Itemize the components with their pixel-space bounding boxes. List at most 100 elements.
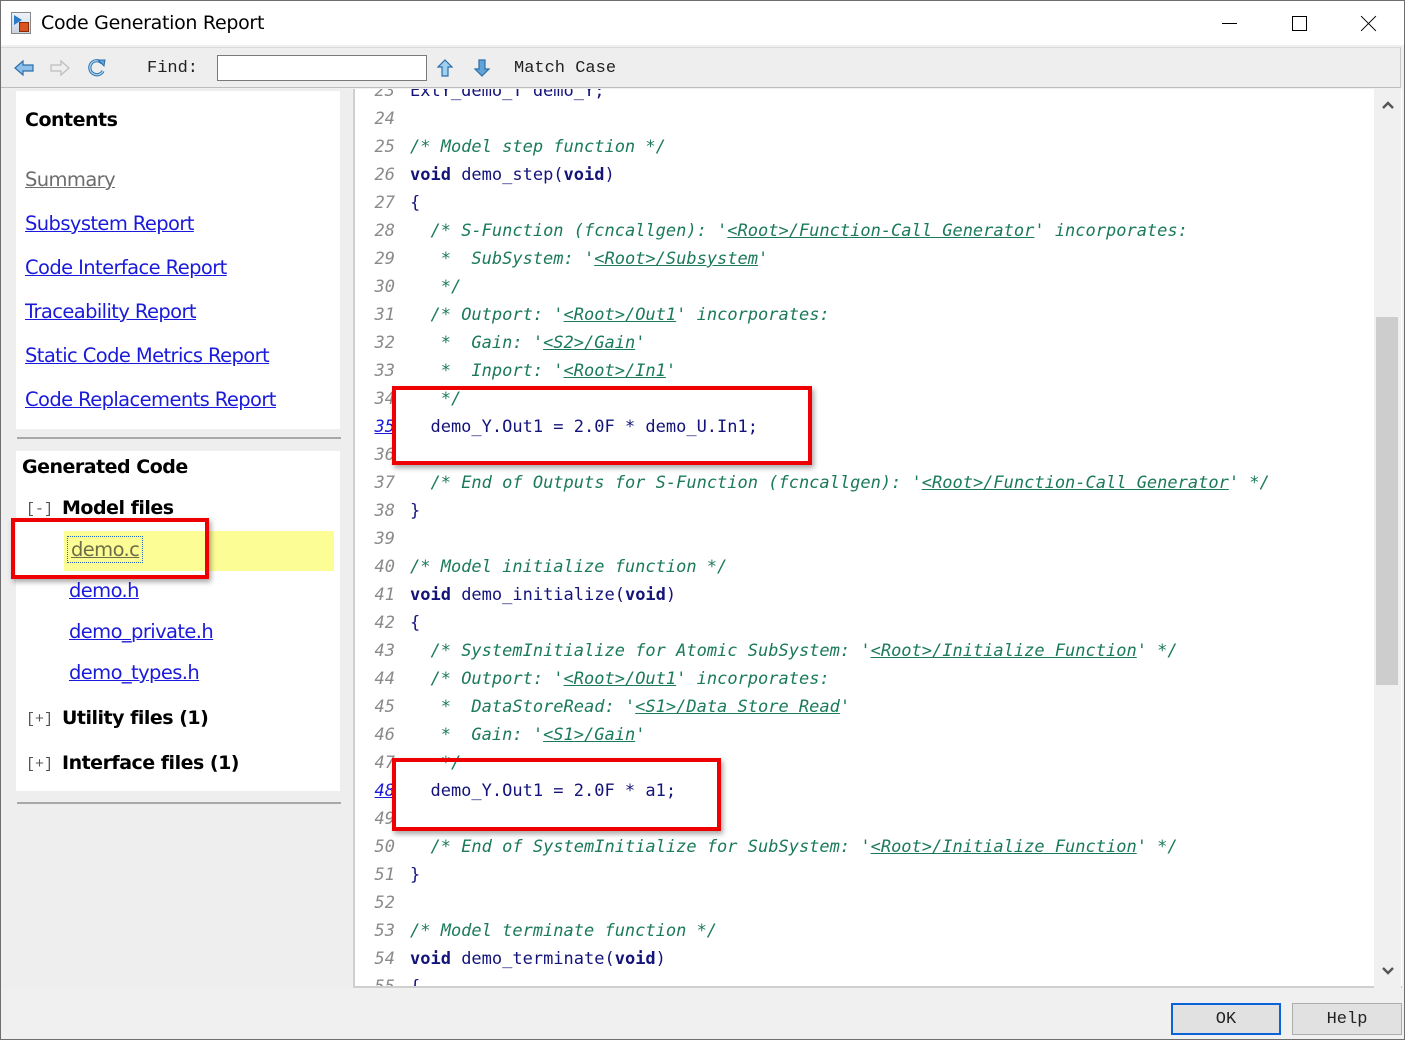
nav-link-traceability-report[interactable]: Traceability Report xyxy=(25,300,197,323)
line-number: 40 xyxy=(374,557,395,577)
line-number: 36 xyxy=(374,445,395,465)
line-number: 37 xyxy=(374,473,395,493)
nav-link-summary[interactable]: Summary xyxy=(25,168,116,191)
code-view[interactable]: 23 ExtY_demo_T demo_Y; 24 25 /* Model step f… xyxy=(353,89,1402,988)
code-text: */ xyxy=(410,385,461,413)
code-line-43: 43 /* SystemInitialize for Atomic SubSys… xyxy=(355,637,1375,665)
code-text: /* Model step function */ xyxy=(410,133,666,161)
nav-link-static-code-metrics-report[interactable]: Static Code Metrics Report xyxy=(25,344,270,367)
code-text: void demo_step(void) xyxy=(410,165,615,185)
model-block-link[interactable]: <Root>/Out1 xyxy=(564,669,677,689)
model-block-link[interactable]: <Root>/Initialize Function xyxy=(871,837,1137,857)
refresh-button[interactable] xyxy=(86,57,108,79)
code-comment: /* Model initialize function */ xyxy=(410,557,728,577)
utility-files-group[interactable]: Utility files (1) xyxy=(62,707,209,729)
close-button[interactable] xyxy=(1334,1,1404,45)
model-block-link[interactable]: <Root>/Function-Call Generator xyxy=(727,221,1034,241)
code-line-39: 39 xyxy=(355,525,1375,553)
code-comment: */ xyxy=(410,277,462,297)
code-line-47: 47 */ xyxy=(355,749,1375,777)
file-link-demo-h[interactable]: demo.h xyxy=(69,579,140,602)
code-generation-report-window: Code Generation Report Find: Match Case … xyxy=(0,0,1405,1040)
interface-files-group[interactable]: Interface files (1) xyxy=(62,752,239,774)
line-number: 52 xyxy=(374,893,395,913)
maximize-button[interactable] xyxy=(1264,1,1334,45)
code-line-46: 46 * Gain: '<S1>/Gain' xyxy=(355,721,1375,749)
line-number: 53 xyxy=(374,921,395,941)
line-number: 26 xyxy=(374,165,395,185)
line-number: 27 xyxy=(374,193,395,213)
code-line-52: 52 xyxy=(355,889,1375,917)
find-label: Find: xyxy=(147,59,199,78)
code-comment: */ xyxy=(410,753,462,773)
code-line-35: 35 demo_Y.Out1 = 2.0F * demo_U.In1; xyxy=(355,413,1375,441)
model-block-link[interactable]: <S1>/Data Store Read xyxy=(635,697,840,717)
model-files-group[interactable]: Model files xyxy=(62,497,174,519)
file-link-demo-c[interactable]: demo.c xyxy=(66,536,144,563)
navigation-pane: Contents Summary Subsystem Report Code I… xyxy=(2,89,352,989)
code-line-38: 38} xyxy=(355,497,1375,525)
line-number: 42 xyxy=(374,613,395,633)
model-block-link[interactable]: <S1>/Gain xyxy=(543,725,635,745)
model-block-link[interactable]: <Root>/Out1 xyxy=(564,305,677,325)
code-text: { xyxy=(410,193,421,213)
code-text: * Gain: '<S1>/Gain' xyxy=(410,721,646,749)
nav-link-code-replacements-report[interactable]: Code Replacements Report xyxy=(25,388,276,411)
line-number: 39 xyxy=(374,529,395,549)
back-button[interactable] xyxy=(13,57,35,79)
help-button[interactable]: Help xyxy=(1292,1003,1402,1035)
line-number: 55 xyxy=(374,977,395,988)
line-number[interactable]: 48 xyxy=(355,777,395,805)
ok-button[interactable]: OK xyxy=(1171,1003,1281,1035)
line-number: 43 xyxy=(374,641,395,661)
code-comment: * Inport: '<Root>/In1' xyxy=(410,361,677,381)
interface-files-expand-toggle[interactable]: [+] xyxy=(26,756,53,773)
code-comment: /* SystemInitialize for Atomic SubSystem… xyxy=(430,641,1178,661)
model-block-link[interactable]: <Root>/Subsystem xyxy=(594,249,758,269)
code-vertical-scrollbar[interactable] xyxy=(1374,89,1401,988)
utility-files-expand-toggle[interactable]: [+] xyxy=(26,711,53,728)
model-block-link[interactable]: <Root>/In1 xyxy=(564,361,666,381)
match-case-toggle[interactable]: Match Case xyxy=(514,59,616,78)
model-block-link[interactable]: <S2>/Gain xyxy=(543,333,635,353)
code-comment: /* Outport: '<Root>/Out1' incorporates: xyxy=(430,669,830,689)
nav-divider xyxy=(17,802,341,804)
scrollbar-thumb[interactable] xyxy=(1376,316,1398,685)
file-link-demo-private-h[interactable]: demo_private.h xyxy=(69,620,214,643)
file-link-demo-types-h[interactable]: demo_types.h xyxy=(69,661,200,684)
find-previous-button[interactable] xyxy=(434,57,456,79)
forward-button[interactable] xyxy=(49,57,71,79)
contents-heading: Contents xyxy=(25,109,118,131)
line-number: 50 xyxy=(374,837,395,857)
line-number[interactable]: 35 xyxy=(355,413,395,441)
contents-section: Contents Summary Subsystem Report Code I… xyxy=(16,91,340,429)
code-text: /* Model terminate function */ xyxy=(410,917,717,945)
close-icon xyxy=(1361,15,1377,31)
model-block-link[interactable]: <Root>/Function-Call Generator xyxy=(922,473,1229,493)
line-number: 44 xyxy=(374,669,395,689)
arrow-left-icon xyxy=(14,60,34,76)
arrow-right-icon xyxy=(50,60,70,76)
nav-link-subsystem-report[interactable]: Subsystem Report xyxy=(25,212,194,235)
find-input[interactable] xyxy=(217,55,427,81)
model-block-link[interactable]: <Root>/Initialize Function xyxy=(871,641,1137,661)
code-text: /* Outport: '<Root>/Out1' incorporates: xyxy=(410,665,830,693)
minimize-button[interactable] xyxy=(1194,1,1264,45)
code-comment: /* End of Outputs for S-Function (fcncal… xyxy=(430,473,1270,493)
code-text: /* SystemInitialize for Atomic SubSystem… xyxy=(410,637,1178,665)
nav-link-code-interface-report[interactable]: Code Interface Report xyxy=(25,256,227,279)
find-next-button[interactable] xyxy=(471,57,493,79)
code-line-45: 45 * DataStoreRead: '<S1>/Data Store Rea… xyxy=(355,693,1375,721)
code-text: } xyxy=(410,865,421,885)
scroll-up-icon[interactable] xyxy=(1380,97,1396,113)
code-line-30: 30 */ xyxy=(355,273,1375,301)
line-number: 45 xyxy=(374,697,395,717)
title-bar: Code Generation Report xyxy=(1,1,1404,45)
code-text: /* Model initialize function */ xyxy=(410,553,727,581)
arrow-up-icon xyxy=(437,59,453,77)
scroll-down-icon[interactable] xyxy=(1380,963,1396,979)
code-text: ExtY_demo_T demo_Y; xyxy=(410,89,605,101)
code-comment: /* Model step function */ xyxy=(410,137,666,157)
code-text: demo_Y.Out1 = 2.0F * demo_U.In1; xyxy=(410,417,758,437)
model-files-collapse-toggle[interactable]: [-] xyxy=(26,501,53,518)
